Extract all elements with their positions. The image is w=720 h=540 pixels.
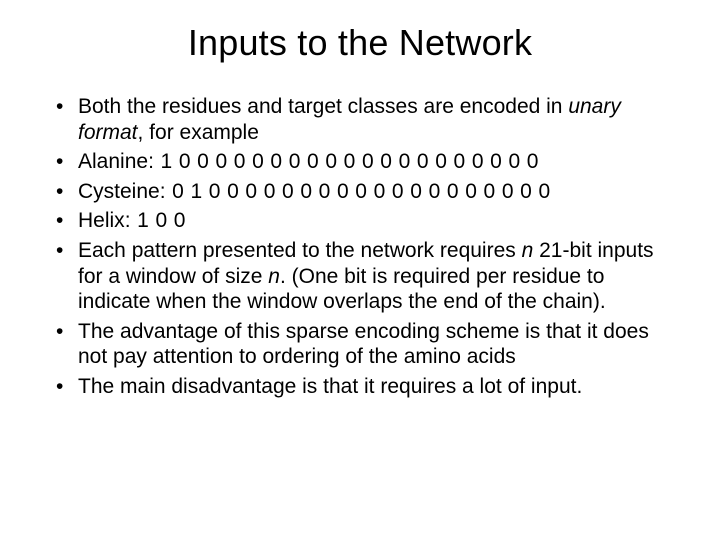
bullet-alanine: Alanine: 1 0 0 0 0 0 0 0 0 0 0 0 0 0 0 0… (52, 149, 668, 175)
disadvantage-text: The main disadvantage is that it require… (78, 375, 582, 398)
alanine-label: Alanine (78, 150, 148, 173)
pattern-n1: n (522, 239, 534, 262)
bullet-intro-post: , for example (138, 121, 259, 144)
slide: Inputs to the Network Both the residues … (0, 0, 720, 540)
bullet-pattern: Each pattern presented to the network re… (52, 238, 668, 315)
bullet-disadvantage: The main disadvantage is that it require… (52, 374, 668, 400)
bullet-intro: Both the residues and target classes are… (52, 94, 668, 145)
bullet-list: Both the residues and target classes are… (46, 94, 674, 400)
slide-title: Inputs to the Network (46, 22, 674, 64)
cysteine-label: Cysteine (78, 180, 160, 203)
cysteine-code: : 0 1 0 0 0 0 0 0 0 0 0 0 0 0 0 0 0 0 0 … (160, 180, 551, 203)
bullet-intro-pre: Both the residues and target classes are… (78, 95, 568, 118)
advantage-text: The advantage of this sparse encoding sc… (78, 320, 649, 369)
helix-code: : 1 0 0 (125, 209, 186, 232)
bullet-advantage: The advantage of this sparse encoding sc… (52, 319, 668, 370)
bullet-cysteine: Cysteine: 0 1 0 0 0 0 0 0 0 0 0 0 0 0 0 … (52, 179, 668, 205)
pattern-pre: Each pattern presented to the network re… (78, 239, 522, 262)
bullet-helix: Helix: 1 0 0 (52, 208, 668, 234)
helix-label: Helix (78, 209, 125, 232)
pattern-n2: n (268, 265, 280, 288)
alanine-code: : 1 0 0 0 0 0 0 0 0 0 0 0 0 0 0 0 0 0 0 … (148, 150, 539, 173)
